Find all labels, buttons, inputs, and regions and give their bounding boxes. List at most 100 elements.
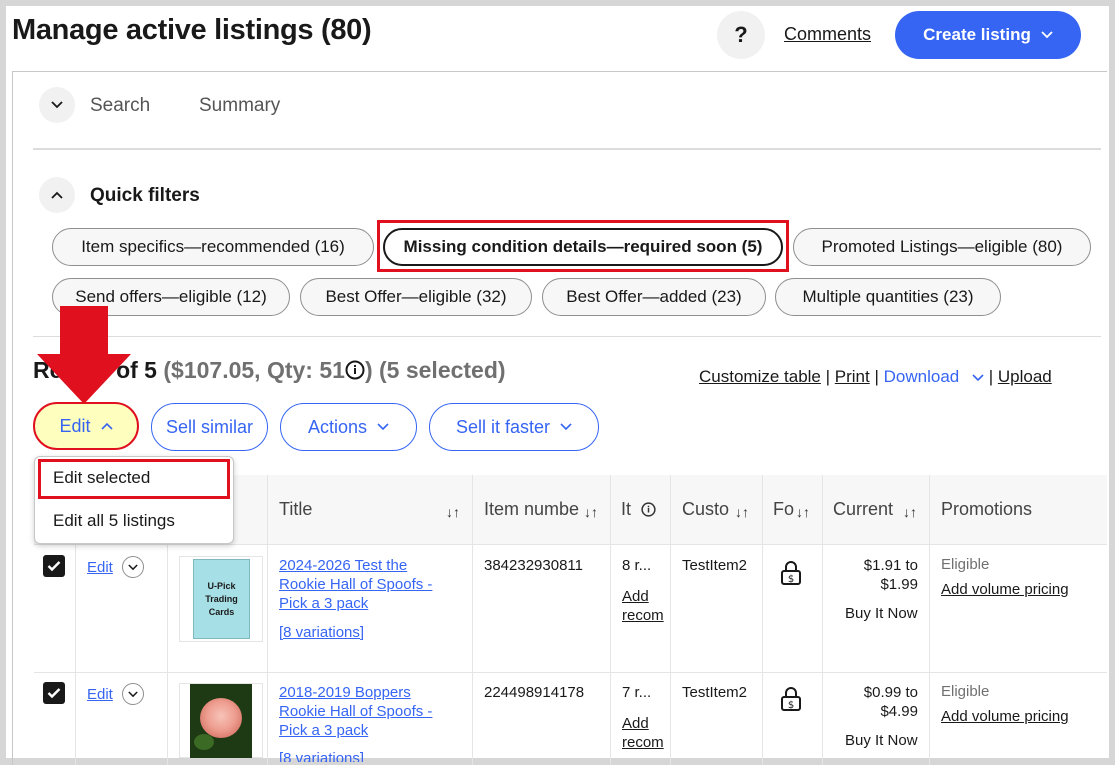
separator: | [825,367,831,386]
listing-format: Buy It Now [845,732,918,749]
sell-similar-button[interactable]: Sell similar [151,403,268,451]
filter-chip-promoted-listings[interactable]: Promoted Listings—eligible (80) [793,228,1091,266]
custom-label: TestItem2 [682,557,748,574]
red-arrow-annotation [37,306,131,404]
info-icon[interactable] [345,360,365,380]
row-edit-dropdown[interactable] [122,556,144,578]
chevron-down-icon [128,690,138,697]
listing-format: Buy It Now [845,605,918,622]
row-edit-link[interactable]: Edit [87,686,113,703]
thumbnail-card-image: U-Pick Trading Cards [193,559,250,639]
download-dropdown[interactable]: Download [884,367,984,386]
chevron-down-icon [560,423,572,431]
table-tools: Customize table | Print | Download | Upl… [699,367,1052,387]
row-checkbox[interactable] [43,555,65,577]
sell-it-faster-button[interactable]: Sell it faster [429,403,599,451]
listing-title-link[interactable]: 2018-2019 Boppers Rookie Hall of Spoofs -… [279,683,454,740]
upload-link[interactable]: Upload [998,367,1052,386]
column-header-title[interactable]: Title [279,499,312,520]
item-number: 384232930811 [484,557,583,574]
divider [33,336,1101,337]
separator: | [874,367,879,386]
column-header-custom-label[interactable]: Custo [682,499,729,520]
row-divider [34,672,1107,673]
variations-link[interactable]: [8 variations] [279,749,454,762]
help-button[interactable]: ? [717,11,765,59]
filter-chip-multiple-quantities[interactable]: Multiple quantities (23) [775,278,1001,316]
chevron-down-icon [377,423,389,431]
search-toggle-button[interactable] [39,87,75,123]
column-divider [822,475,823,765]
row-edit-link[interactable]: Edit [87,559,113,576]
highlight-box [38,459,230,499]
listing-thumbnail[interactable]: U-Pick Trading Cards [179,556,263,642]
sort-icon[interactable]: ↓↑ [446,504,460,520]
custom-label: TestItem2 [682,684,748,701]
item-specifics-count: 7 r... [622,684,652,701]
item-number: 224498914178 [484,684,585,701]
rose-photo-image [190,684,252,758]
comments-link[interactable]: Comments [784,24,871,45]
tab-summary[interactable]: Summary [199,95,280,117]
page-title: Manage active listings (80) [12,14,372,46]
current-price: $0.99 to $4.99 [863,684,918,720]
edit-button[interactable]: Edit [33,402,139,450]
promotion-status: Eligible [941,556,990,573]
tab-search[interactable]: Search [90,95,150,117]
chevron-up-icon [100,422,113,430]
print-link[interactable]: Print [835,367,870,386]
item-specifics-count: 8 r... [622,557,652,574]
info-icon[interactable] [641,502,656,517]
customize-table-link[interactable]: Customize table [699,367,821,386]
separator: | [988,367,994,386]
current-price: $1.91 to $1.99 [863,557,918,593]
column-header-format[interactable]: Fo [773,499,794,520]
sort-icon[interactable]: ↓↑ [796,504,810,520]
column-divider [610,475,611,765]
divider [33,148,1101,150]
lock-dollar-icon: $ [781,561,801,585]
actions-button-label: Actions [307,416,368,437]
variations-link[interactable]: [8 variations] [279,623,454,642]
checkmark-icon [47,688,61,699]
sort-icon[interactable]: ↓↑ [735,504,749,520]
lock-dollar-icon: $ [781,687,801,711]
filter-chip-missing-condition[interactable]: Missing condition details—required soon … [383,228,783,266]
sort-icon[interactable]: ↓↑ [584,504,598,520]
add-volume-pricing-link[interactable]: Add volume pricing [941,707,1069,726]
filter-chip-best-offer-added[interactable]: Best Offer—added (23) [542,278,766,316]
column-divider [929,475,930,765]
svg-text:$: $ [788,700,794,711]
row-edit-dropdown[interactable] [122,683,144,705]
help-icon: ? [734,22,748,47]
filter-chip-item-specifics[interactable]: Item specifics—recommended (16) [52,228,374,266]
chevron-up-icon [51,191,63,199]
promotion-status: Eligible [941,683,990,700]
column-header-promotions[interactable]: Promotions [941,499,1032,520]
column-header-current-price[interactable]: Current [833,499,893,520]
menu-item-edit-all[interactable]: Edit all 5 listings [53,511,175,531]
add-volume-pricing-link[interactable]: Add volume pricing [941,580,1069,599]
listing-title-link[interactable]: 2024-2026 Test the Rookie Hall of Spoofs … [279,556,454,613]
filter-chip-best-offer-eligible[interactable]: Best Offer—eligible (32) [300,278,532,316]
selected-count: (5 selected) [379,357,506,383]
sell-it-faster-label: Sell it faster [455,416,551,437]
checkmark-icon [47,561,61,572]
results-total: ($107.05, Qty: 51) [163,357,373,383]
column-header-item-number[interactable]: Item numbe [484,499,579,520]
edit-button-label: Edit [59,415,91,436]
quick-filters-toggle-button[interactable] [39,177,75,213]
row-checkbox[interactable] [43,682,65,704]
chevron-down-icon [51,101,63,109]
create-listing-button[interactable]: Create listing [895,11,1081,59]
add-recommended-link[interactable]: Add recom [622,714,669,752]
column-divider [267,475,268,765]
quick-filters-title: Quick filters [90,185,200,206]
add-recommended-link[interactable]: Add recom [622,587,669,625]
column-header-item[interactable]: It [621,499,631,520]
sort-icon[interactable]: ↓↑ [903,504,917,520]
listing-thumbnail[interactable] [179,683,263,758]
chevron-down-icon [972,374,984,382]
actions-button[interactable]: Actions [280,403,417,451]
column-divider [762,475,763,765]
